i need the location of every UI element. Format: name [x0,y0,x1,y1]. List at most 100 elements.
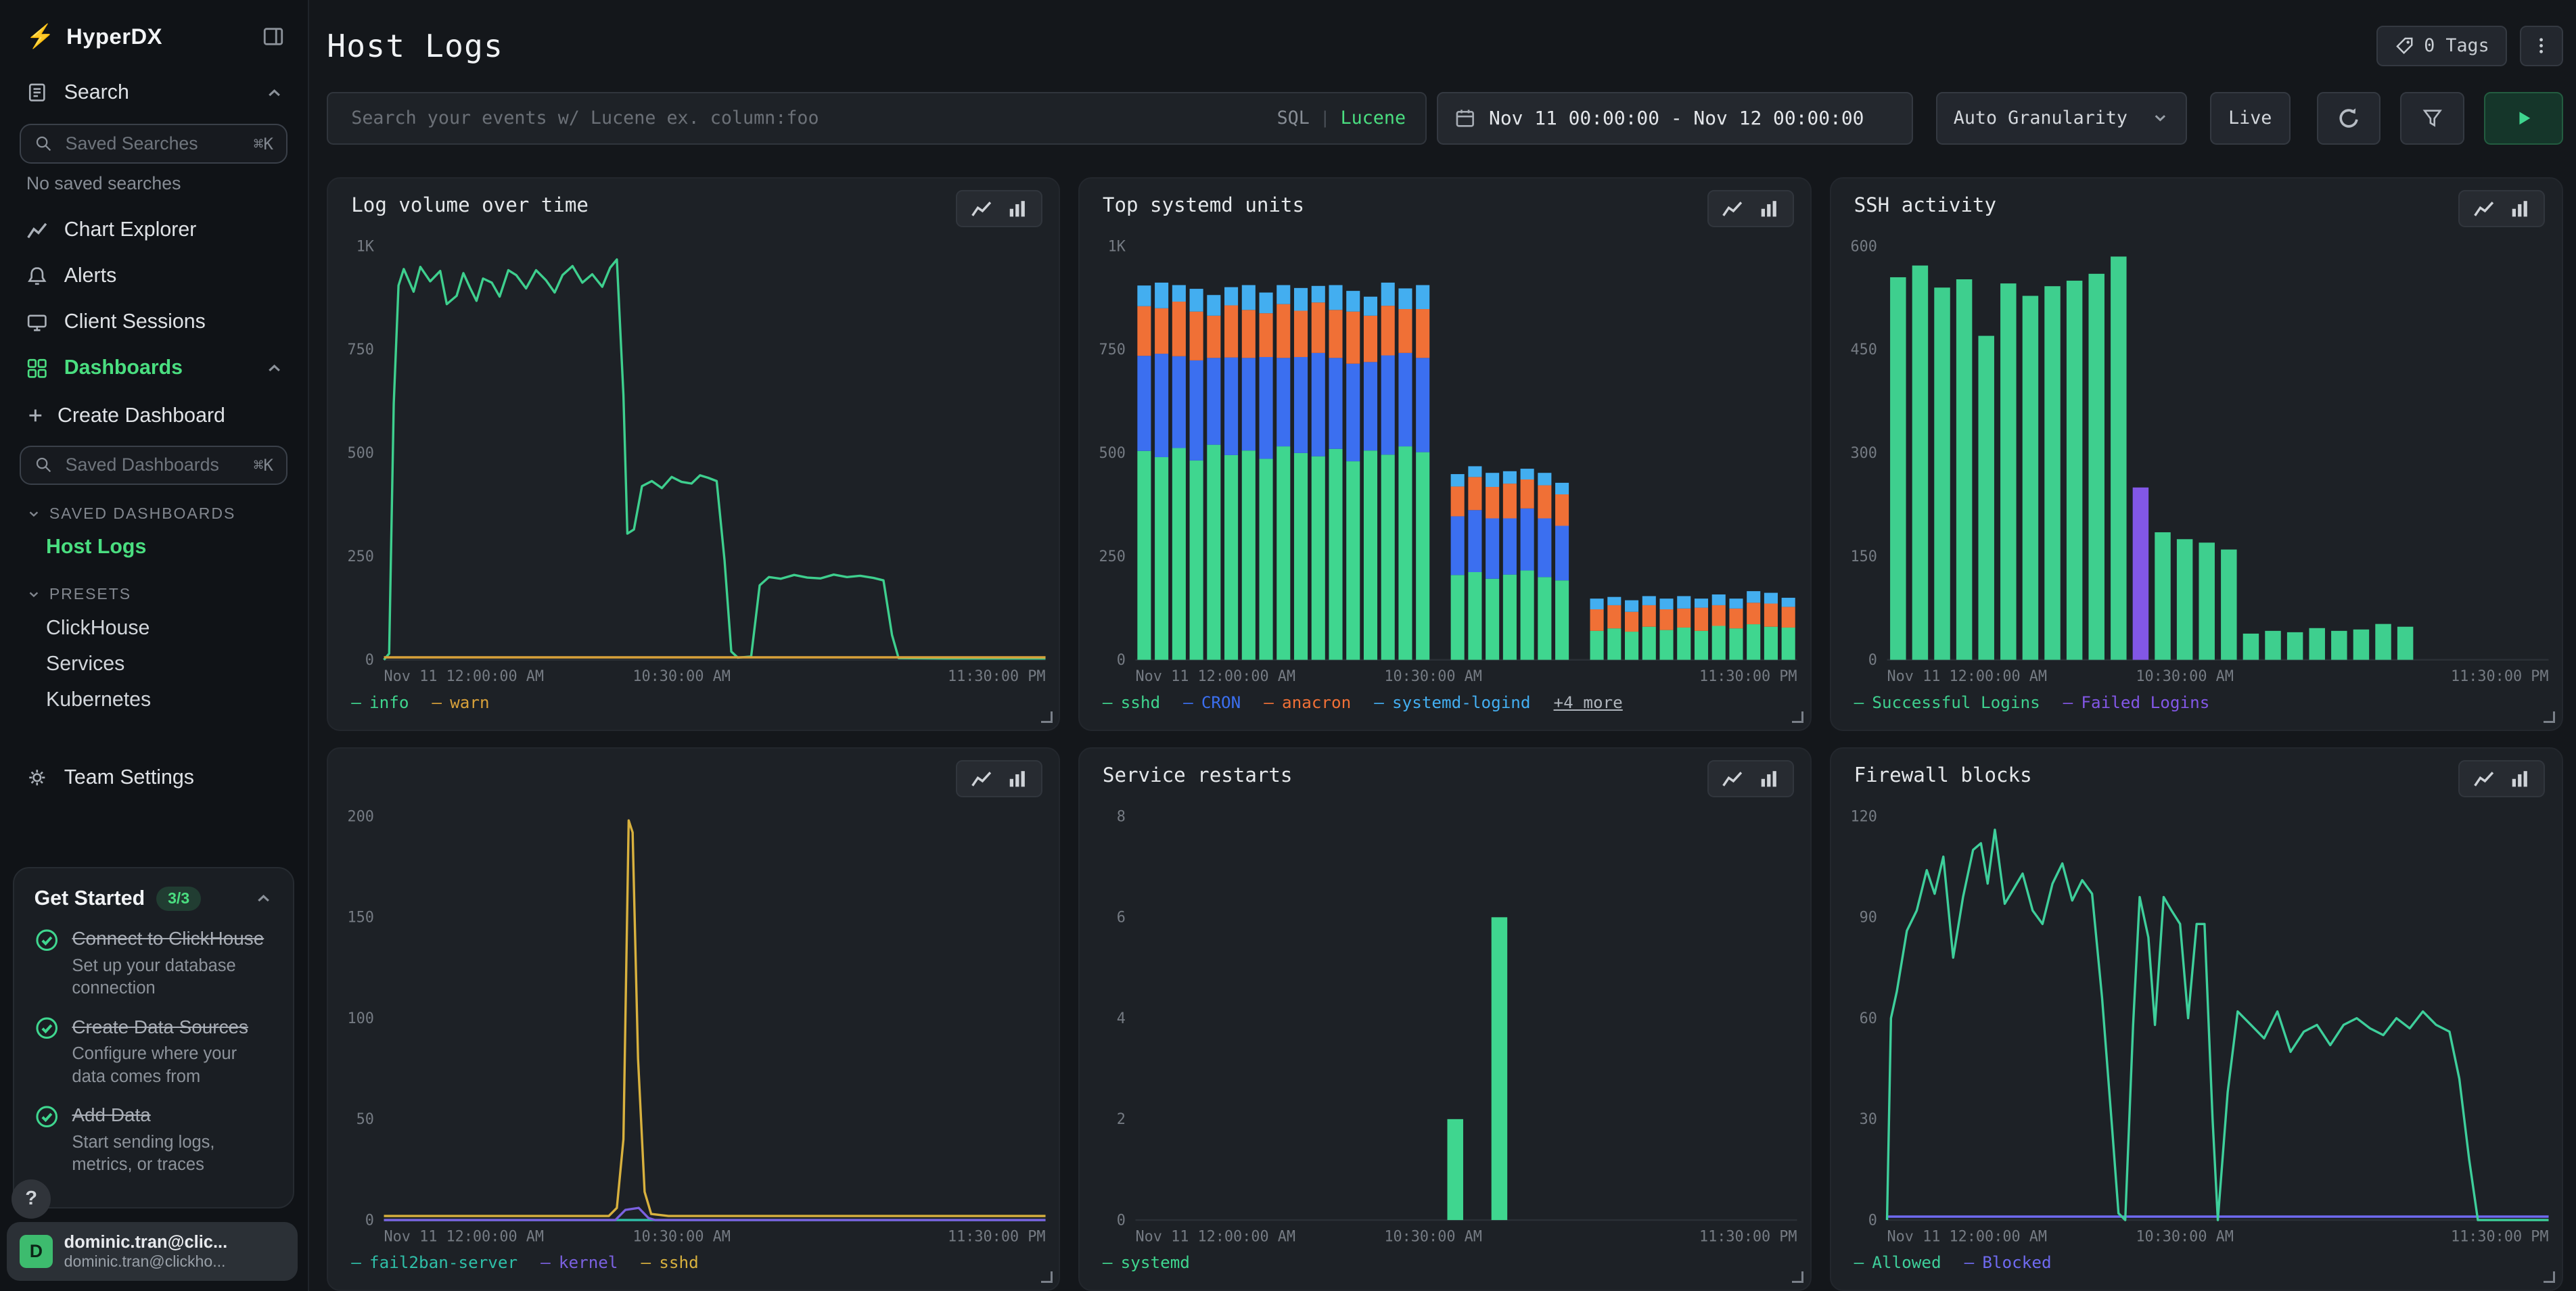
panel-title: Log volume over time [351,193,589,216]
resize-handle[interactable] [2544,711,2555,723]
line-chart-icon[interactable] [1722,768,1743,790]
legend-item[interactable]: —Allowed [1854,1252,1941,1272]
legend-item[interactable]: —fail2ban-server [351,1252,518,1272]
chevron-up-icon[interactable] [254,889,273,908]
legend-item[interactable]: —Failed Logins [2063,693,2210,712]
legend-item[interactable]: —Blocked [1964,1252,2052,1272]
granularity-select[interactable]: Auto Granularity [1936,92,2187,145]
sidebar-item-search[interactable]: Search [0,70,308,116]
lucene-mode-toggle[interactable]: Lucene [1341,108,1406,128]
svg-text:2: 2 [1117,1111,1126,1128]
bar-chart-icon[interactable] [1007,768,1028,790]
legend-item[interactable]: —kernel [540,1252,618,1272]
filter-button[interactable] [2400,92,2464,145]
legend-item[interactable]: —Successful Logins [1854,693,2040,712]
sidebar-item-host-logs[interactable]: Host Logs [0,530,308,565]
saved-dashboards-field[interactable] [62,453,244,477]
chart-canvas[interactable]: 0306090120Nov 11 12:00:00 AM10:30:00 AM1… [1831,803,2562,1247]
svg-text:Nov 11 12:00:00 AM: Nov 11 12:00:00 AM [384,669,545,686]
saved-searches-field[interactable] [62,131,244,156]
sidebar-item-team-settings[interactable]: Team Settings [0,755,308,801]
resize-handle[interactable] [1041,711,1053,723]
help-button[interactable]: ? [12,1179,51,1219]
user-name: dominic.tran@clic... [64,1233,228,1252]
chart-canvas[interactable]: 050100150200Nov 11 12:00:00 AM10:30:00 A… [328,803,1059,1247]
sidebar-item-dashboards[interactable]: Dashboards [0,345,308,391]
legend-item[interactable]: —sshd [641,1252,699,1272]
chart-canvas[interactable]: 02505007501KNov 11 12:00:00 AM10:30:00 A… [328,233,1059,686]
svg-text:250: 250 [348,548,374,565]
event-search-box[interactable]: SQL | Lucene [327,92,1427,145]
chart-canvas[interactable]: 02505007501KNov 11 12:00:00 AM10:30:00 A… [1080,233,1810,686]
chart-canvas[interactable]: 0150300450600Nov 11 12:00:00 AM10:30:00 … [1831,233,2562,686]
monitor-icon [26,312,48,333]
user-menu[interactable]: D dominic.tran@clic... dominic.tran@clic… [7,1222,298,1281]
chart-type-toggle [956,760,1042,797]
svg-text:10:30:00 AM: 10:30:00 AM [1384,669,1482,686]
line-chart-icon[interactable] [971,768,992,790]
sidebar-item-client-sessions[interactable]: Client Sessions [0,299,308,345]
live-button[interactable]: Live [2210,92,2291,145]
legend-item[interactable]: —warn [432,693,489,712]
more-options-button[interactable] [2520,26,2562,67]
legend-item[interactable]: —systemd [1103,1252,1190,1272]
query-toolbar: SQL | Lucene Nov 11 00:00:00 - Nov 12 00… [327,92,2562,145]
chart-canvas[interactable]: 02468Nov 11 12:00:00 AM10:30:00 AM11:30:… [1080,803,1810,1247]
line-chart-icon[interactable] [2473,198,2495,220]
bar-chart-icon[interactable] [1758,768,1780,790]
resize-handle[interactable] [1792,1271,1803,1283]
create-dashboard-button[interactable]: Create Dashboard [0,391,308,437]
resize-handle[interactable] [1041,1271,1053,1283]
line-chart-icon[interactable] [2473,768,2495,790]
svg-text:10:30:00 AM: 10:30:00 AM [1384,1229,1482,1246]
refresh-button[interactable] [2317,92,2381,145]
sidebar-item-services[interactable]: Services [0,646,308,682]
run-query-button[interactable] [2484,92,2562,145]
saved-searches-input[interactable]: ⌘K [20,124,288,163]
chart-type-toggle [1707,760,1794,797]
legend-item[interactable]: —systemd-logind [1374,693,1530,712]
legend-item[interactable]: —info [351,693,409,712]
chart-legend: —fail2ban-server —kernel —sshd [328,1247,1059,1290]
event-search-input[interactable] [348,106,1264,131]
page-header: Host Logs 0 Tags [327,20,2562,72]
date-range-picker[interactable]: Nov 11 00:00:00 - Nov 12 00:00:00 [1437,92,1913,145]
line-chart-icon[interactable] [1722,198,1743,220]
resize-handle[interactable] [1792,711,1803,723]
get-started-step[interactable]: Create Data Sources Configure where your… [34,1014,273,1088]
chevron-up-icon[interactable] [264,358,284,378]
get-started-step[interactable]: Connect to ClickHouse Set up your databa… [34,926,273,1000]
sql-mode-toggle[interactable]: SQL [1277,108,1310,128]
bar-chart-icon[interactable] [1758,198,1780,220]
sidebar-item-alerts[interactable]: Alerts [0,253,308,299]
legend-item[interactable]: —anacron [1264,693,1351,712]
chevron-up-icon[interactable] [264,83,284,103]
play-icon [2513,108,2535,129]
bar-chart-icon[interactable] [2509,768,2531,790]
svg-text:600: 600 [1850,239,1877,256]
bar-chart-icon[interactable] [1007,198,1028,220]
resize-handle[interactable] [2544,1271,2555,1283]
legend-item[interactable]: —sshd [1103,693,1160,712]
sidebar-item-chart-explorer[interactable]: Chart Explorer [0,208,308,254]
line-chart-icon[interactable] [971,198,992,220]
chart-legend: —Successful Logins —Failed Logins [1831,687,2562,730]
bar-chart-icon[interactable] [2509,198,2531,220]
refresh-icon [2337,107,2360,130]
presets-section-header[interactable]: PRESETS [26,585,281,603]
saved-dashboards-input[interactable]: ⌘K [20,446,288,485]
saved-dashboards-section-header[interactable]: SAVED DASHBOARDS [26,504,281,523]
step-title: Create Data Sources [72,1014,273,1040]
tags-button[interactable]: 0 Tags [2376,26,2507,67]
collapse-sidebar-icon[interactable] [262,25,285,48]
legend-item[interactable]: —CRON [1183,693,1241,712]
svg-text:750: 750 [1099,342,1125,359]
legend-label: CRON [1201,693,1241,712]
legend-more[interactable]: +4 more [1554,693,1623,712]
get-started-step[interactable]: Add Data Start sending logs, metrics, or… [34,1102,273,1176]
svg-text:300: 300 [1850,446,1877,463]
chevron-down-icon [26,507,41,521]
sidebar-item-clickhouse[interactable]: ClickHouse [0,610,308,646]
step-title: Connect to ClickHouse [72,926,273,952]
sidebar-item-kubernetes[interactable]: Kubernetes [0,682,308,718]
